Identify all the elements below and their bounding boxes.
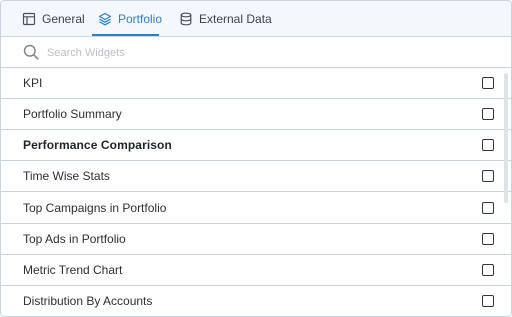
checkbox[interactable] xyxy=(482,139,494,151)
list-item-label: KPI xyxy=(23,76,43,90)
tab-general[interactable]: General xyxy=(22,1,85,37)
checkbox[interactable] xyxy=(482,170,494,182)
list-item-metric-trend-chart[interactable]: Metric Trend Chart xyxy=(1,255,511,286)
list-item-label: Performance Comparison xyxy=(23,138,172,152)
tab-bar: General Portfolio External Data xyxy=(1,1,511,37)
checkbox[interactable] xyxy=(482,264,494,276)
checkbox[interactable] xyxy=(482,202,494,214)
list-item-performance-comparison[interactable]: Performance Comparison xyxy=(1,130,511,161)
list-item-label: Top Ads in Portfolio xyxy=(23,232,126,246)
list-item-kpi[interactable]: KPI xyxy=(1,68,511,99)
scrollbar[interactable] xyxy=(504,73,508,203)
list-item-label: Metric Trend Chart xyxy=(23,263,123,277)
checkbox[interactable] xyxy=(482,295,494,307)
tab-external-data-label: External Data xyxy=(199,12,272,26)
tab-external-data[interactable]: External Data xyxy=(179,1,272,37)
list-item-top-ads[interactable]: Top Ads in Portfolio xyxy=(1,224,511,255)
widget-list: KPI Portfolio Summary Performance Compar… xyxy=(1,68,511,316)
layout-icon xyxy=(22,12,36,26)
database-icon xyxy=(179,12,193,26)
tab-portfolio[interactable]: Portfolio xyxy=(98,1,162,37)
list-item-label: Portfolio Summary xyxy=(23,107,122,121)
list-item-label: Top Campaigns in Portfolio xyxy=(23,201,167,215)
search-widgets-input[interactable] xyxy=(47,44,447,61)
search-icon xyxy=(23,44,39,60)
checkbox[interactable] xyxy=(482,77,494,89)
list-item-distribution-by-accounts[interactable]: Distribution By Accounts xyxy=(1,286,511,316)
checkbox[interactable] xyxy=(482,108,494,120)
tab-general-label: General xyxy=(42,12,85,26)
list-item-label: Time Wise Stats xyxy=(23,169,110,183)
list-item-time-wise-stats[interactable]: Time Wise Stats xyxy=(1,161,511,192)
layers-icon xyxy=(98,12,112,26)
list-item-top-campaigns[interactable]: Top Campaigns in Portfolio xyxy=(1,193,511,224)
list-item-label: Distribution By Accounts xyxy=(23,294,153,308)
widget-picker-panel: General Portfolio External Data Search W… xyxy=(0,0,512,317)
active-tab-indicator xyxy=(92,34,159,36)
list-item-portfolio-summary[interactable]: Portfolio Summary xyxy=(1,99,511,130)
tab-portfolio-label: Portfolio xyxy=(118,12,163,26)
search-bar xyxy=(1,37,511,68)
checkbox[interactable] xyxy=(482,233,494,245)
